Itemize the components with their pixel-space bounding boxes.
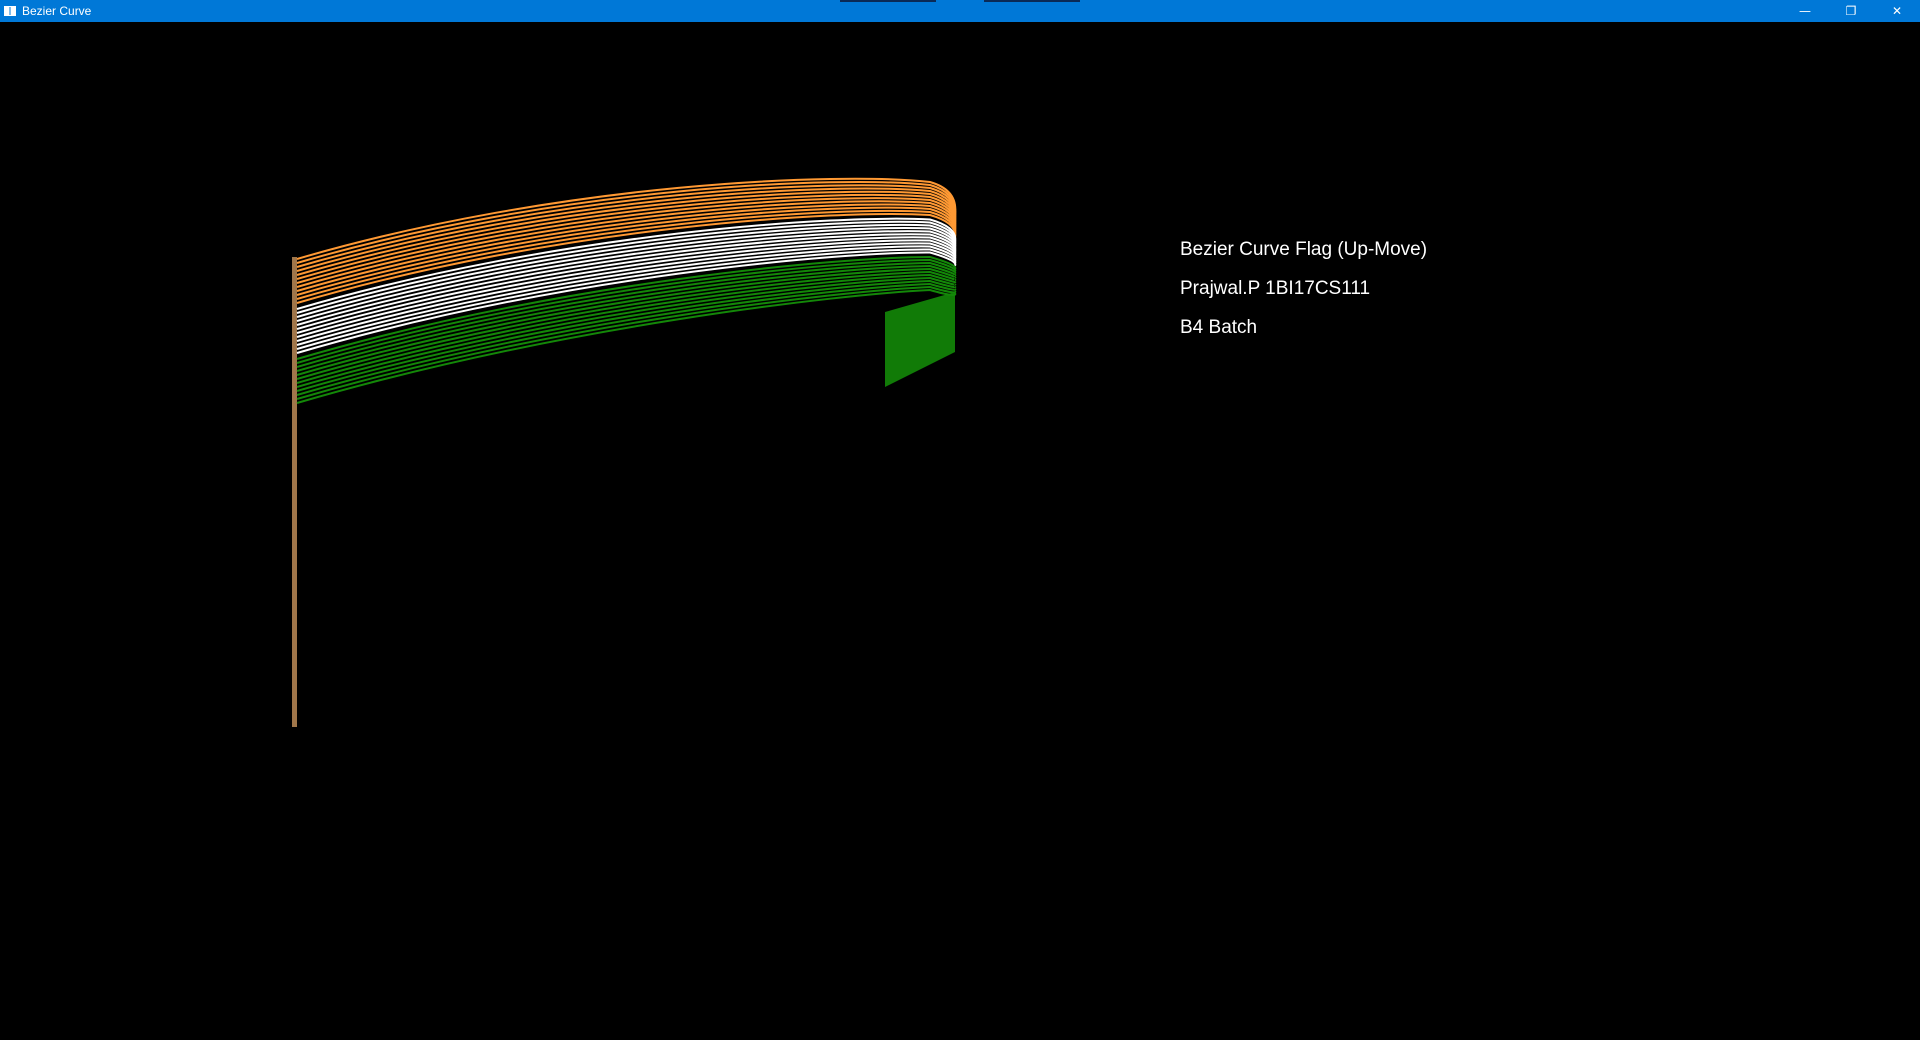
- flag-stripes: [296, 177, 957, 404]
- title-bar[interactable]: Bezier Curve — ❐ ✕: [0, 0, 1920, 22]
- restore-icon: ❐: [1845, 4, 1857, 18]
- info-line-author: Prajwal.P 1BI17CS111: [1180, 278, 1371, 299]
- window-controls: — ❐ ✕: [1782, 0, 1920, 22]
- drawing-canvas: Bezier Curve Flag (Up-Move) Prajwal.P 1B…: [0, 22, 1920, 1040]
- title-bar-mark: [840, 0, 936, 2]
- flag-line-green: [296, 285, 957, 400]
- close-button[interactable]: ✕: [1874, 0, 1920, 22]
- title-bar-mark: [984, 0, 1080, 2]
- minimize-button[interactable]: —: [1782, 0, 1828, 22]
- flag-fold: [885, 292, 955, 387]
- app-window: Bezier Curve — ❐ ✕ Bezier Curve Flag (Up…: [0, 0, 1920, 1040]
- close-icon: ✕: [1891, 4, 1903, 18]
- minimize-icon: —: [1799, 4, 1811, 18]
- maximize-button[interactable]: ❐: [1828, 0, 1874, 22]
- flag-pole: [292, 257, 297, 727]
- info-line-batch: B4 Batch: [1180, 317, 1258, 338]
- window-title: Bezier Curve: [22, 4, 92, 18]
- flag-drawing: [292, 177, 957, 727]
- app-icon: [4, 6, 16, 16]
- info-line-title: Bezier Curve Flag (Up-Move): [1180, 239, 1428, 260]
- flag-line-green: [296, 270, 957, 380]
